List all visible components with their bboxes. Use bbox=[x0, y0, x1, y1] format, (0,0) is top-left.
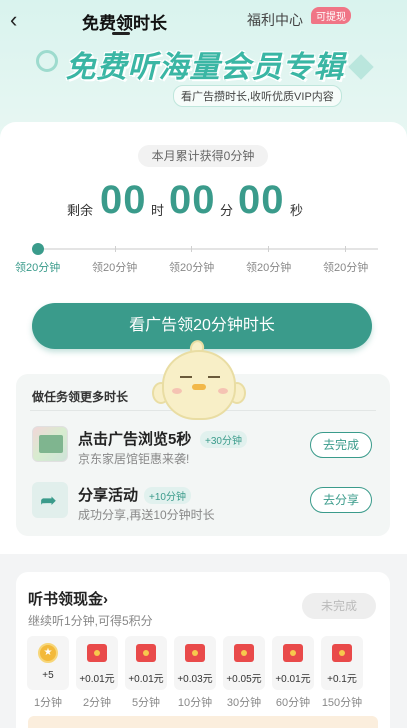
banner-title: 免费听海量会员专辑 bbox=[65, 51, 345, 84]
coin-icon: ★ bbox=[38, 643, 58, 663]
reward-item[interactable]: +0.05元 bbox=[223, 636, 265, 690]
red-packet-icon bbox=[283, 644, 303, 662]
chevron-right-icon: › bbox=[103, 591, 109, 608]
cash-subtitle: 继续听1分钟,可得5积分 bbox=[28, 614, 153, 628]
active-tab-indicator bbox=[112, 32, 130, 35]
promo-banner: 免费听海量会员专辑 看广告攒时长,收听优质VIP内容 bbox=[0, 38, 407, 118]
tasks-title: 做任务领更多时长 bbox=[32, 390, 129, 404]
progress-dot bbox=[32, 243, 44, 255]
task-complete-button[interactable]: 去完成 bbox=[310, 432, 372, 458]
banner-subtitle: 看广告攒时长,收听优质VIP内容 bbox=[173, 85, 342, 107]
reward-value: +0.05元 bbox=[226, 674, 262, 685]
step-label: 领20分钟 bbox=[323, 262, 369, 274]
reward-value: +0.1元 bbox=[327, 674, 357, 685]
reward-time: 30分钟 bbox=[226, 697, 262, 709]
reward-value: +0.01元 bbox=[128, 674, 164, 685]
unfinished-button: 未完成 bbox=[302, 593, 376, 619]
red-packet-icon bbox=[136, 644, 156, 662]
progress-tick bbox=[345, 246, 346, 252]
reward-time: 150分钟 bbox=[321, 697, 363, 709]
month-total-pill: 本月累计获得0分钟 bbox=[138, 145, 268, 167]
back-button[interactable]: ‹ bbox=[10, 8, 32, 32]
timer-seconds: 00 bbox=[238, 178, 285, 222]
step-label: 领20分钟 bbox=[15, 262, 61, 274]
red-packet-icon bbox=[332, 644, 352, 662]
withdraw-badge: 可提现 bbox=[311, 7, 351, 24]
second-unit: 秒 bbox=[290, 203, 304, 218]
reward-time: 60分钟 bbox=[275, 697, 311, 709]
progress-tick bbox=[115, 246, 116, 252]
reward-item[interactable]: +0.01元 bbox=[272, 636, 314, 690]
reward-item[interactable]: +0.01元 bbox=[125, 636, 167, 690]
chick-mascot-icon bbox=[150, 338, 250, 428]
share-arrow-icon: ➦ bbox=[40, 490, 57, 512]
reward-value: +0.01元 bbox=[79, 674, 115, 685]
reward-time: 1分钟 bbox=[33, 697, 63, 709]
remain-label: 剩余 bbox=[67, 203, 94, 218]
task-desc: 成功分享,再送10分钟时长 bbox=[78, 508, 215, 522]
progress-tick bbox=[191, 246, 192, 252]
progress-track bbox=[38, 248, 378, 250]
step-label: 领20分钟 bbox=[92, 262, 138, 274]
reward-time: 5分钟 bbox=[131, 697, 161, 709]
top-nav: ‹ 免费领时长 福利中心 可提现 bbox=[0, 0, 407, 40]
tab-welfare-center[interactable]: 福利中心 bbox=[247, 10, 303, 30]
tab-free-duration[interactable]: 免费领时长 bbox=[82, 9, 167, 34]
reward-item[interactable]: +0.03元 bbox=[174, 636, 216, 690]
reward-value: +0.01元 bbox=[275, 674, 311, 685]
step-label: 领20分钟 bbox=[169, 262, 215, 274]
reward-item[interactable]: ★ +5 bbox=[27, 636, 69, 690]
task-name: 点击广告浏览5秒 bbox=[78, 431, 192, 448]
task-bonus-badge: +30分钟 bbox=[200, 431, 247, 448]
reward-item[interactable]: +0.1元 bbox=[321, 636, 363, 690]
red-packet-icon bbox=[87, 644, 107, 662]
timer-hours: 00 bbox=[100, 178, 147, 222]
reward-value: +0.03元 bbox=[177, 674, 213, 685]
ad-thumbnail-icon bbox=[32, 426, 68, 462]
remaining-timer: 剩余 00 时 00 分 00 秒 bbox=[0, 178, 407, 222]
red-packet-icon bbox=[234, 644, 254, 662]
bottom-banner-strip bbox=[28, 716, 378, 728]
cash-title-link[interactable]: 听书领现金› bbox=[28, 588, 108, 609]
minute-unit: 分 bbox=[220, 203, 234, 218]
task-desc: 京东家居馆钜惠来袭! bbox=[78, 452, 190, 466]
task-name: 分享活动 bbox=[78, 487, 139, 504]
timer-minutes: 00 bbox=[169, 178, 216, 222]
reward-time: 2分钟 bbox=[82, 697, 112, 709]
reward-item[interactable]: +0.01元 bbox=[76, 636, 118, 690]
hour-unit: 时 bbox=[151, 203, 165, 218]
progress-tick bbox=[268, 246, 269, 252]
red-packet-icon bbox=[185, 644, 205, 662]
step-label: 领20分钟 bbox=[246, 262, 292, 274]
share-icon-box: ➦ bbox=[32, 482, 68, 518]
reward-time: 10分钟 bbox=[177, 697, 213, 709]
task-share-button[interactable]: 去分享 bbox=[310, 487, 372, 513]
task-bonus-badge: +10分钟 bbox=[144, 487, 191, 504]
reward-value: +5 bbox=[42, 670, 54, 681]
chevron-left-icon: ‹ bbox=[10, 7, 18, 32]
